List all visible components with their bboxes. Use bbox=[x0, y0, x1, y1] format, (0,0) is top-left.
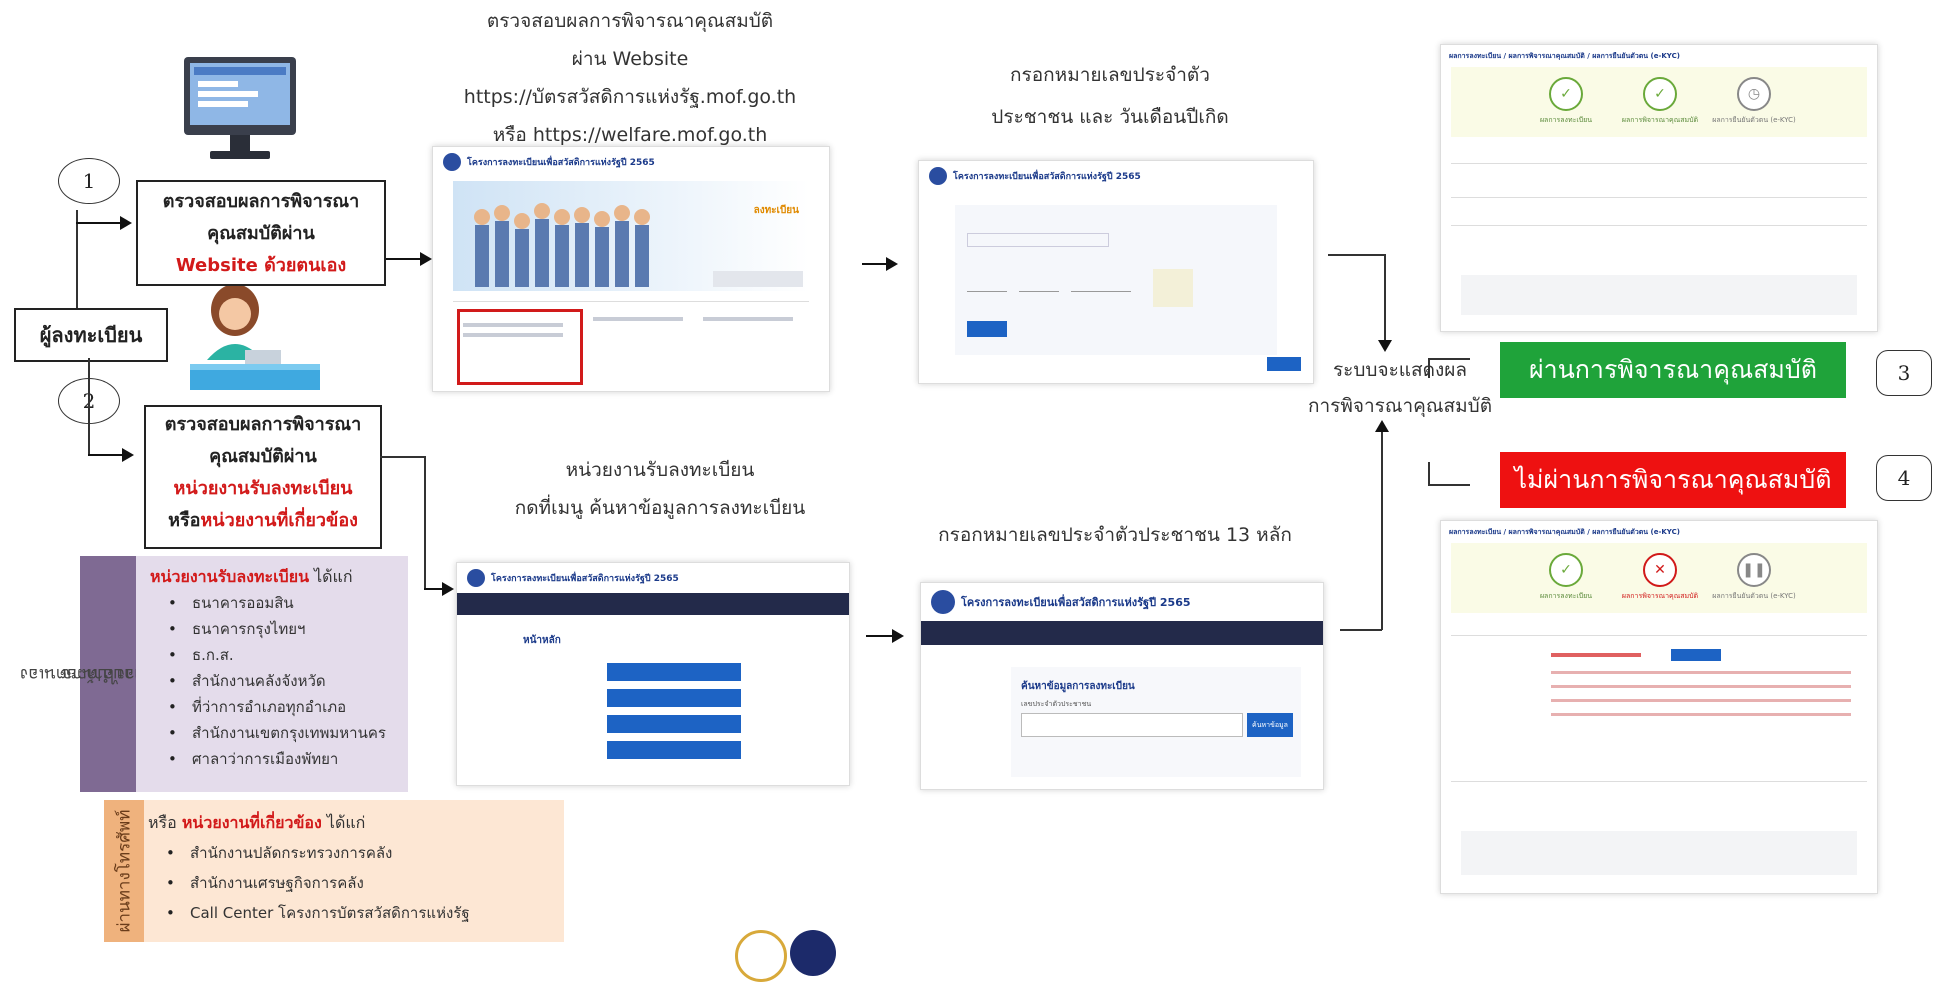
fail-kyc-screenshot: ผลการลงทะเบียน / ผลการพิจารณาคุณสมบัติ /… bbox=[1440, 520, 1878, 894]
list-item: ธ.ก.ส. bbox=[168, 642, 410, 668]
arrow-to-box2 bbox=[88, 448, 134, 462]
list-item: สำนักงานคลังจังหวัด bbox=[168, 668, 410, 694]
step-number-1: 1 bbox=[58, 158, 120, 204]
list-item: สำนักงานเขตกรุงเทพมหานคร bbox=[168, 720, 410, 746]
arrow-box2-to-agency bbox=[424, 582, 454, 596]
fail-result-bar: ไม่ผ่านการพิจารณาคุณสมบัติ bbox=[1500, 452, 1846, 508]
walk-in-list: หน่วยงานรับลงทะเบียน ได้แก่ ธนาคารออมสิน… bbox=[150, 564, 410, 772]
arrow-box1-to-site bbox=[386, 252, 432, 266]
connector-line bbox=[1384, 254, 1386, 344]
list-item: สำนักงานปลัดกระทรวงการคลัง bbox=[166, 838, 558, 868]
people-illustration bbox=[469, 195, 669, 287]
agency-menu-button[interactable] bbox=[607, 715, 741, 733]
heading-website-check: ตรวจสอบผลการพิจารณาคุณสมบัติ ผ่าน Websit… bbox=[463, 10, 797, 146]
phone-side-label: ผ่านทางโทรศัพท์ bbox=[104, 800, 144, 942]
agency-menu-button[interactable] bbox=[607, 741, 741, 759]
arrow-up-icon bbox=[1375, 420, 1389, 432]
monitor-icon bbox=[180, 55, 300, 165]
site-logo-icon bbox=[931, 590, 955, 614]
step-number-3: 3 bbox=[1876, 350, 1932, 396]
connector-line bbox=[424, 456, 426, 588]
site-logo-icon bbox=[929, 167, 947, 185]
connector-line bbox=[380, 456, 426, 458]
connector-line bbox=[1428, 462, 1430, 484]
agency-menu-button[interactable] bbox=[607, 689, 741, 707]
pause-circle-icon: ❚❚ bbox=[1737, 553, 1771, 587]
walk-in-side-label: เดินทางไปด้วยตนเอง หรือมอบอำนาจ bbox=[20, 556, 176, 792]
receptionist-icon bbox=[185, 280, 325, 395]
pass-kyc-screenshot: ผลการลงทะเบียน / ผลการพิจารณาคุณสมบัติ /… bbox=[1440, 44, 1878, 332]
x-circle-icon: ✕ bbox=[1643, 553, 1677, 587]
check-circle-icon: ✓ bbox=[1549, 77, 1583, 111]
list-item: Call Center โครงการบัตรสวัสดิการแห่งรัฐ bbox=[166, 898, 558, 928]
heading-enter-id: กรอกหมายเลขประจำตัว ประชาชน และ วันเดือน… bbox=[991, 64, 1229, 128]
connector-line bbox=[76, 210, 78, 308]
connector-line bbox=[1340, 629, 1382, 631]
logo-icon bbox=[790, 930, 836, 976]
agency-home-screenshot: โครงการลงทะเบียนเพื่อสวัสดิการแห่งรัฐปี … bbox=[456, 562, 850, 786]
check-button[interactable] bbox=[967, 321, 1007, 337]
check-agency-box: ตรวจสอบผลการพิจารณา คุณสมบัติผ่าน หน่วยง… bbox=[144, 405, 382, 549]
connector-line bbox=[88, 358, 90, 454]
agency-menu-button[interactable] bbox=[607, 663, 741, 681]
heading-system-show: ระบบจะแสดงผล การพิจารณาคุณสมบัติ bbox=[1307, 359, 1493, 417]
arrow-to-box1 bbox=[76, 216, 132, 230]
check-website-box: ตรวจสอบผลการพิจารณา คุณสมบัติผ่าน Websit… bbox=[136, 180, 386, 286]
arrow-site-to-form bbox=[862, 257, 898, 271]
search-button[interactable]: ค้นหาข้อมูล bbox=[1247, 713, 1293, 737]
connector-line bbox=[1381, 430, 1383, 630]
list-item: ที่ว่าการอำเภอทุกอำเภอ bbox=[168, 694, 410, 720]
check-circle-icon: ✓ bbox=[1549, 553, 1583, 587]
list-item: สำนักงานเศรษฐกิจการคลัง bbox=[166, 868, 558, 898]
search-card-highlight[interactable] bbox=[457, 309, 583, 385]
connector-line bbox=[1428, 358, 1470, 360]
site-logo-icon bbox=[443, 153, 461, 171]
list-item: ศาลาว่าการเมืองพัทยา bbox=[168, 746, 410, 772]
step-number-4: 4 bbox=[1876, 455, 1932, 501]
connector-line bbox=[1328, 254, 1384, 256]
id-search-input[interactable] bbox=[1021, 713, 1243, 737]
website-home-screenshot: โครงการลงทะเบียนเพื่อสวัสดิการแห่งรัฐปี … bbox=[432, 146, 830, 392]
logo-icon bbox=[735, 930, 787, 982]
back-button[interactable] bbox=[1267, 357, 1301, 371]
connector-line bbox=[1428, 484, 1470, 486]
arrow-agency-to-search bbox=[866, 629, 904, 643]
search-screenshot: โครงการลงทะเบียนเพื่อสวัสดิการแห่งรัฐปี … bbox=[920, 582, 1324, 790]
arrow-down-icon bbox=[1378, 340, 1392, 352]
pass-result-bar: ผ่านการพิจารณาคุณสมบัติ bbox=[1500, 342, 1846, 398]
heading-agency: หน่วยงานรับลงทะเบียน กดที่เมนู ค้นหาข้อม… bbox=[514, 459, 806, 519]
list-item: ธนาคารกรุงไทยฯ bbox=[168, 616, 410, 642]
id-form-screenshot: โครงการลงทะเบียนเพื่อสวัสดิการแห่งรัฐปี … bbox=[918, 160, 1314, 384]
connector-line bbox=[1428, 358, 1430, 378]
check-circle-icon: ✓ bbox=[1643, 77, 1677, 111]
site-logo-icon bbox=[467, 569, 485, 587]
list-item: ธนาคารออมสิน bbox=[168, 590, 410, 616]
registrant-box: ผู้ลงทะเบียน bbox=[14, 308, 168, 362]
heading-enter-13: กรอกหมายเลขประจำตัวประชาชน 13 หลัก bbox=[938, 524, 1292, 546]
phone-list: หรือ หน่วยงานที่เกี่ยวข้อง ได้แก่ สำนักง… bbox=[148, 808, 558, 928]
clock-icon: ◷ bbox=[1737, 77, 1771, 111]
